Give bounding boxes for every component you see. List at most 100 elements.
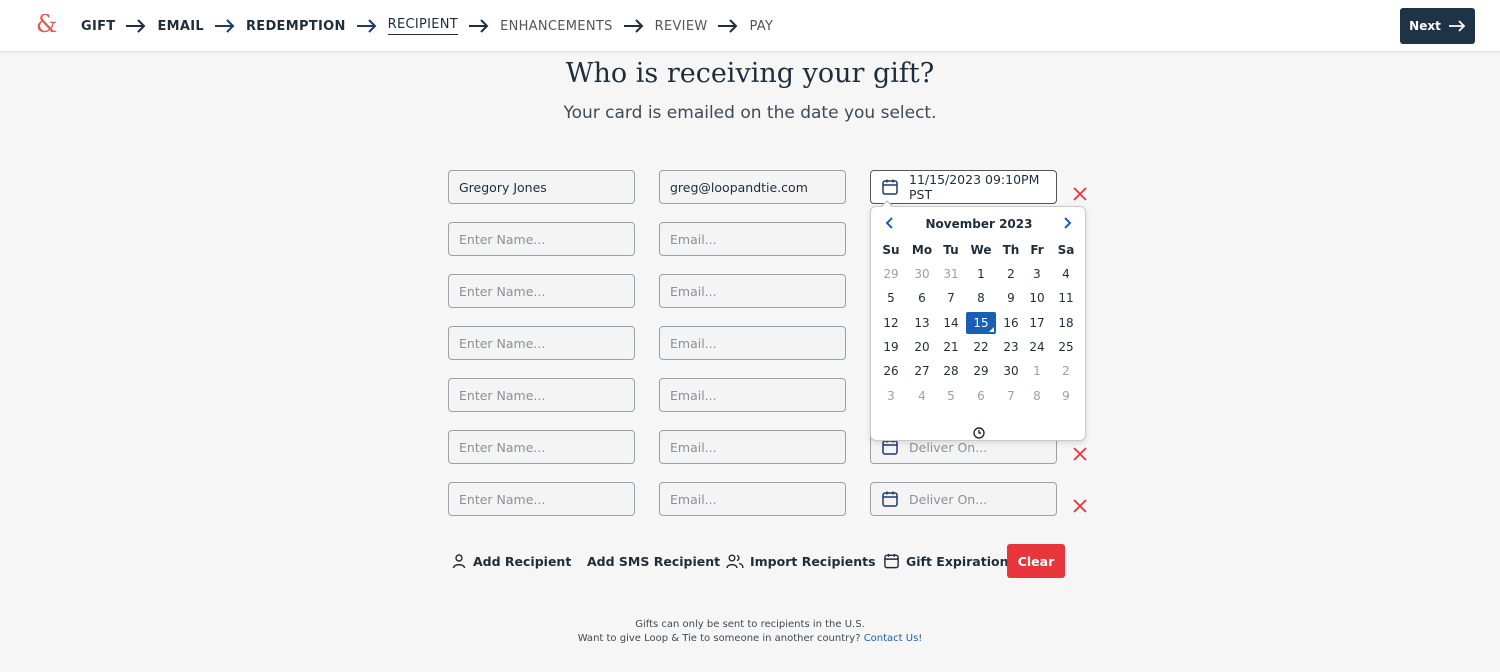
calendar-day[interactable]: 20 <box>907 336 937 358</box>
calendar-day[interactable]: 1 <box>966 263 996 285</box>
recipient-email-input[interactable]: Email... <box>659 378 846 412</box>
arrow-right-icon <box>1448 20 1466 32</box>
chevron-right-icon[interactable] <box>1059 215 1075 231</box>
calendar-day[interactable]: 25 <box>1051 336 1081 358</box>
calendar-day[interactable]: 28 <box>936 360 966 382</box>
recipient-name-input[interactable]: Enter Name... <box>448 482 635 516</box>
recipient-email-input[interactable]: Email... <box>659 430 846 464</box>
calendar-day[interactable]: 1 <box>1022 360 1052 382</box>
recipient-email-input[interactable]: greg@loopandtie.com <box>659 170 846 204</box>
recipient-name-input[interactable]: Enter Name... <box>448 430 635 464</box>
weekday-label: We <box>970 243 992 257</box>
page-title: Who is receiving your gift? <box>565 58 935 89</box>
calendar-day[interactable]: 6 <box>966 385 996 407</box>
step-arrow-icon <box>126 19 146 33</box>
datepicker-month-label: November 2023 <box>925 217 1033 231</box>
recipient-name-input[interactable]: Gregory Jones <box>448 170 635 204</box>
calendar-day[interactable]: 12 <box>876 312 906 334</box>
datepicker-popup: November 2023 Su Mo Tu We Th Fr Sa 29 30 3… <box>870 206 1086 441</box>
calendar-day[interactable]: 15 <box>966 312 996 334</box>
calendar-day[interactable]: 4 <box>907 385 937 407</box>
calendar-day[interactable]: 22 <box>966 336 996 358</box>
gift-expiration-button[interactable]: Gift Expiration <box>883 551 1009 571</box>
step-recipient[interactable]: RECIPIENT <box>387 17 459 35</box>
step-gift[interactable]: GIFT <box>81 19 115 34</box>
add-sms-recipient-button[interactable]: Add SMS Recipient <box>587 551 720 571</box>
weekday-label: Sa <box>1057 243 1075 257</box>
calendar-day[interactable]: 27 <box>907 360 937 382</box>
calendar-day[interactable]: 29 <box>876 263 906 285</box>
import-recipients-button[interactable]: Import Recipients <box>726 551 876 571</box>
calendar-day[interactable]: 2 <box>1051 360 1081 382</box>
recipient-name-input[interactable]: Enter Name... <box>448 326 635 360</box>
top-header: & GIFT EMAIL REDEMPTION RECIPIENT ENHANC… <box>0 0 1500 52</box>
recipient-email-input[interactable]: Email... <box>659 326 846 360</box>
weekday-label: Tu <box>943 243 959 257</box>
footer-international-note: Want to give Loop & Tie to someone in an… <box>0 633 1500 644</box>
calendar-day[interactable]: 17 <box>1022 312 1052 334</box>
calendar-icon <box>882 491 898 507</box>
calendar-day[interactable]: 26 <box>876 360 906 382</box>
calendar-day[interactable]: 3 <box>876 385 906 407</box>
calendar-day[interactable]: 14 <box>936 312 966 334</box>
calendar-day[interactable]: 9 <box>1051 385 1081 407</box>
recipient-name-input[interactable]: Enter Name... <box>448 378 635 412</box>
people-icon <box>726 554 744 569</box>
calendar-day[interactable]: 18 <box>1051 312 1081 334</box>
weekday-label: Th <box>1002 243 1020 257</box>
footer-us-only-note: Gifts can only be sent to recipients in … <box>635 619 865 630</box>
calendar-day[interactable]: 8 <box>1022 385 1052 407</box>
clear-button[interactable]: Clear <box>1007 544 1065 578</box>
loop-and-tie-logo[interactable]: & <box>36 10 57 38</box>
calendar-day[interactable]: 31 <box>936 263 966 285</box>
checkout-steps: GIFT EMAIL REDEMPTION RECIPIENT ENHANCEM… <box>81 15 773 37</box>
calendar-day[interactable]: 24 <box>1022 336 1052 358</box>
recipient-email-input[interactable]: Email... <box>659 482 846 516</box>
recipient-name-input[interactable]: Enter Name... <box>448 274 635 308</box>
step-enhancements: ENHANCEMENTS <box>500 18 613 34</box>
calendar-day[interactable]: 5 <box>936 385 966 407</box>
add-recipient-button[interactable]: Add Recipient <box>451 551 571 571</box>
calendar-icon <box>884 553 899 569</box>
step-redemption[interactable]: REDEMPTION <box>246 19 346 34</box>
calendar-day[interactable]: 6 <box>907 287 937 309</box>
calendar-day[interactable]: 29 <box>966 360 996 382</box>
calendar-day[interactable]: 21 <box>936 336 966 358</box>
next-button-label: Next <box>1409 19 1441 33</box>
calendar-day[interactable]: 11 <box>1051 287 1081 309</box>
import-recipients-label: Import Recipients <box>750 553 876 569</box>
weekday-label: Su <box>882 243 900 257</box>
calendar-day[interactable]: 10 <box>1022 287 1052 309</box>
next-button[interactable]: Next <box>1400 8 1475 44</box>
clock-icon[interactable] <box>972 426 986 440</box>
step-arrow-icon <box>718 19 738 33</box>
step-email[interactable]: EMAIL <box>157 19 204 34</box>
gift-expiration-label: Gift Expiration <box>906 553 1009 569</box>
deliver-on-input[interactable]: Deliver On... <box>870 482 1057 516</box>
deliver-on-input[interactable]: 11/15/2023 09:10PM PST <box>870 170 1057 204</box>
deliver-on-placeholder: Deliver On... <box>909 491 988 507</box>
step-pay: PAY <box>749 18 774 34</box>
deliver-on-placeholder: Deliver On... <box>909 439 988 455</box>
calendar-day[interactable]: 30 <box>907 263 937 285</box>
calendar-day[interactable]: 13 <box>907 312 937 334</box>
remove-recipient-icon[interactable] <box>1072 498 1088 514</box>
footer-international-text: Want to give Loop & Tie to someone in an… <box>577 633 861 644</box>
recipient-name-input[interactable]: Enter Name... <box>448 222 635 256</box>
remove-recipient-icon[interactable] <box>1072 186 1088 202</box>
calendar-day[interactable]: 5 <box>876 287 906 309</box>
calendar-day[interactable]: 7 <box>936 287 966 309</box>
calendar-day[interactable]: 4 <box>1051 263 1081 285</box>
calendar-day[interactable]: 19 <box>876 336 906 358</box>
remove-recipient-icon[interactable] <box>1072 446 1088 462</box>
deliver-on-value: 11/15/2023 09:10PM PST <box>909 172 1040 202</box>
weekday-label: Fr <box>1030 243 1044 257</box>
step-arrow-icon <box>469 19 489 33</box>
calendar-day[interactable]: 8 <box>966 287 996 309</box>
calendar-day[interactable]: 3 <box>1022 263 1052 285</box>
datepicker-caret-fill <box>881 201 893 208</box>
recipient-email-input[interactable]: Email... <box>659 274 846 308</box>
recipient-email-input[interactable]: Email... <box>659 222 846 256</box>
contact-us-link[interactable]: Contact Us! <box>864 633 923 644</box>
weekday-label: Mo <box>911 243 933 257</box>
